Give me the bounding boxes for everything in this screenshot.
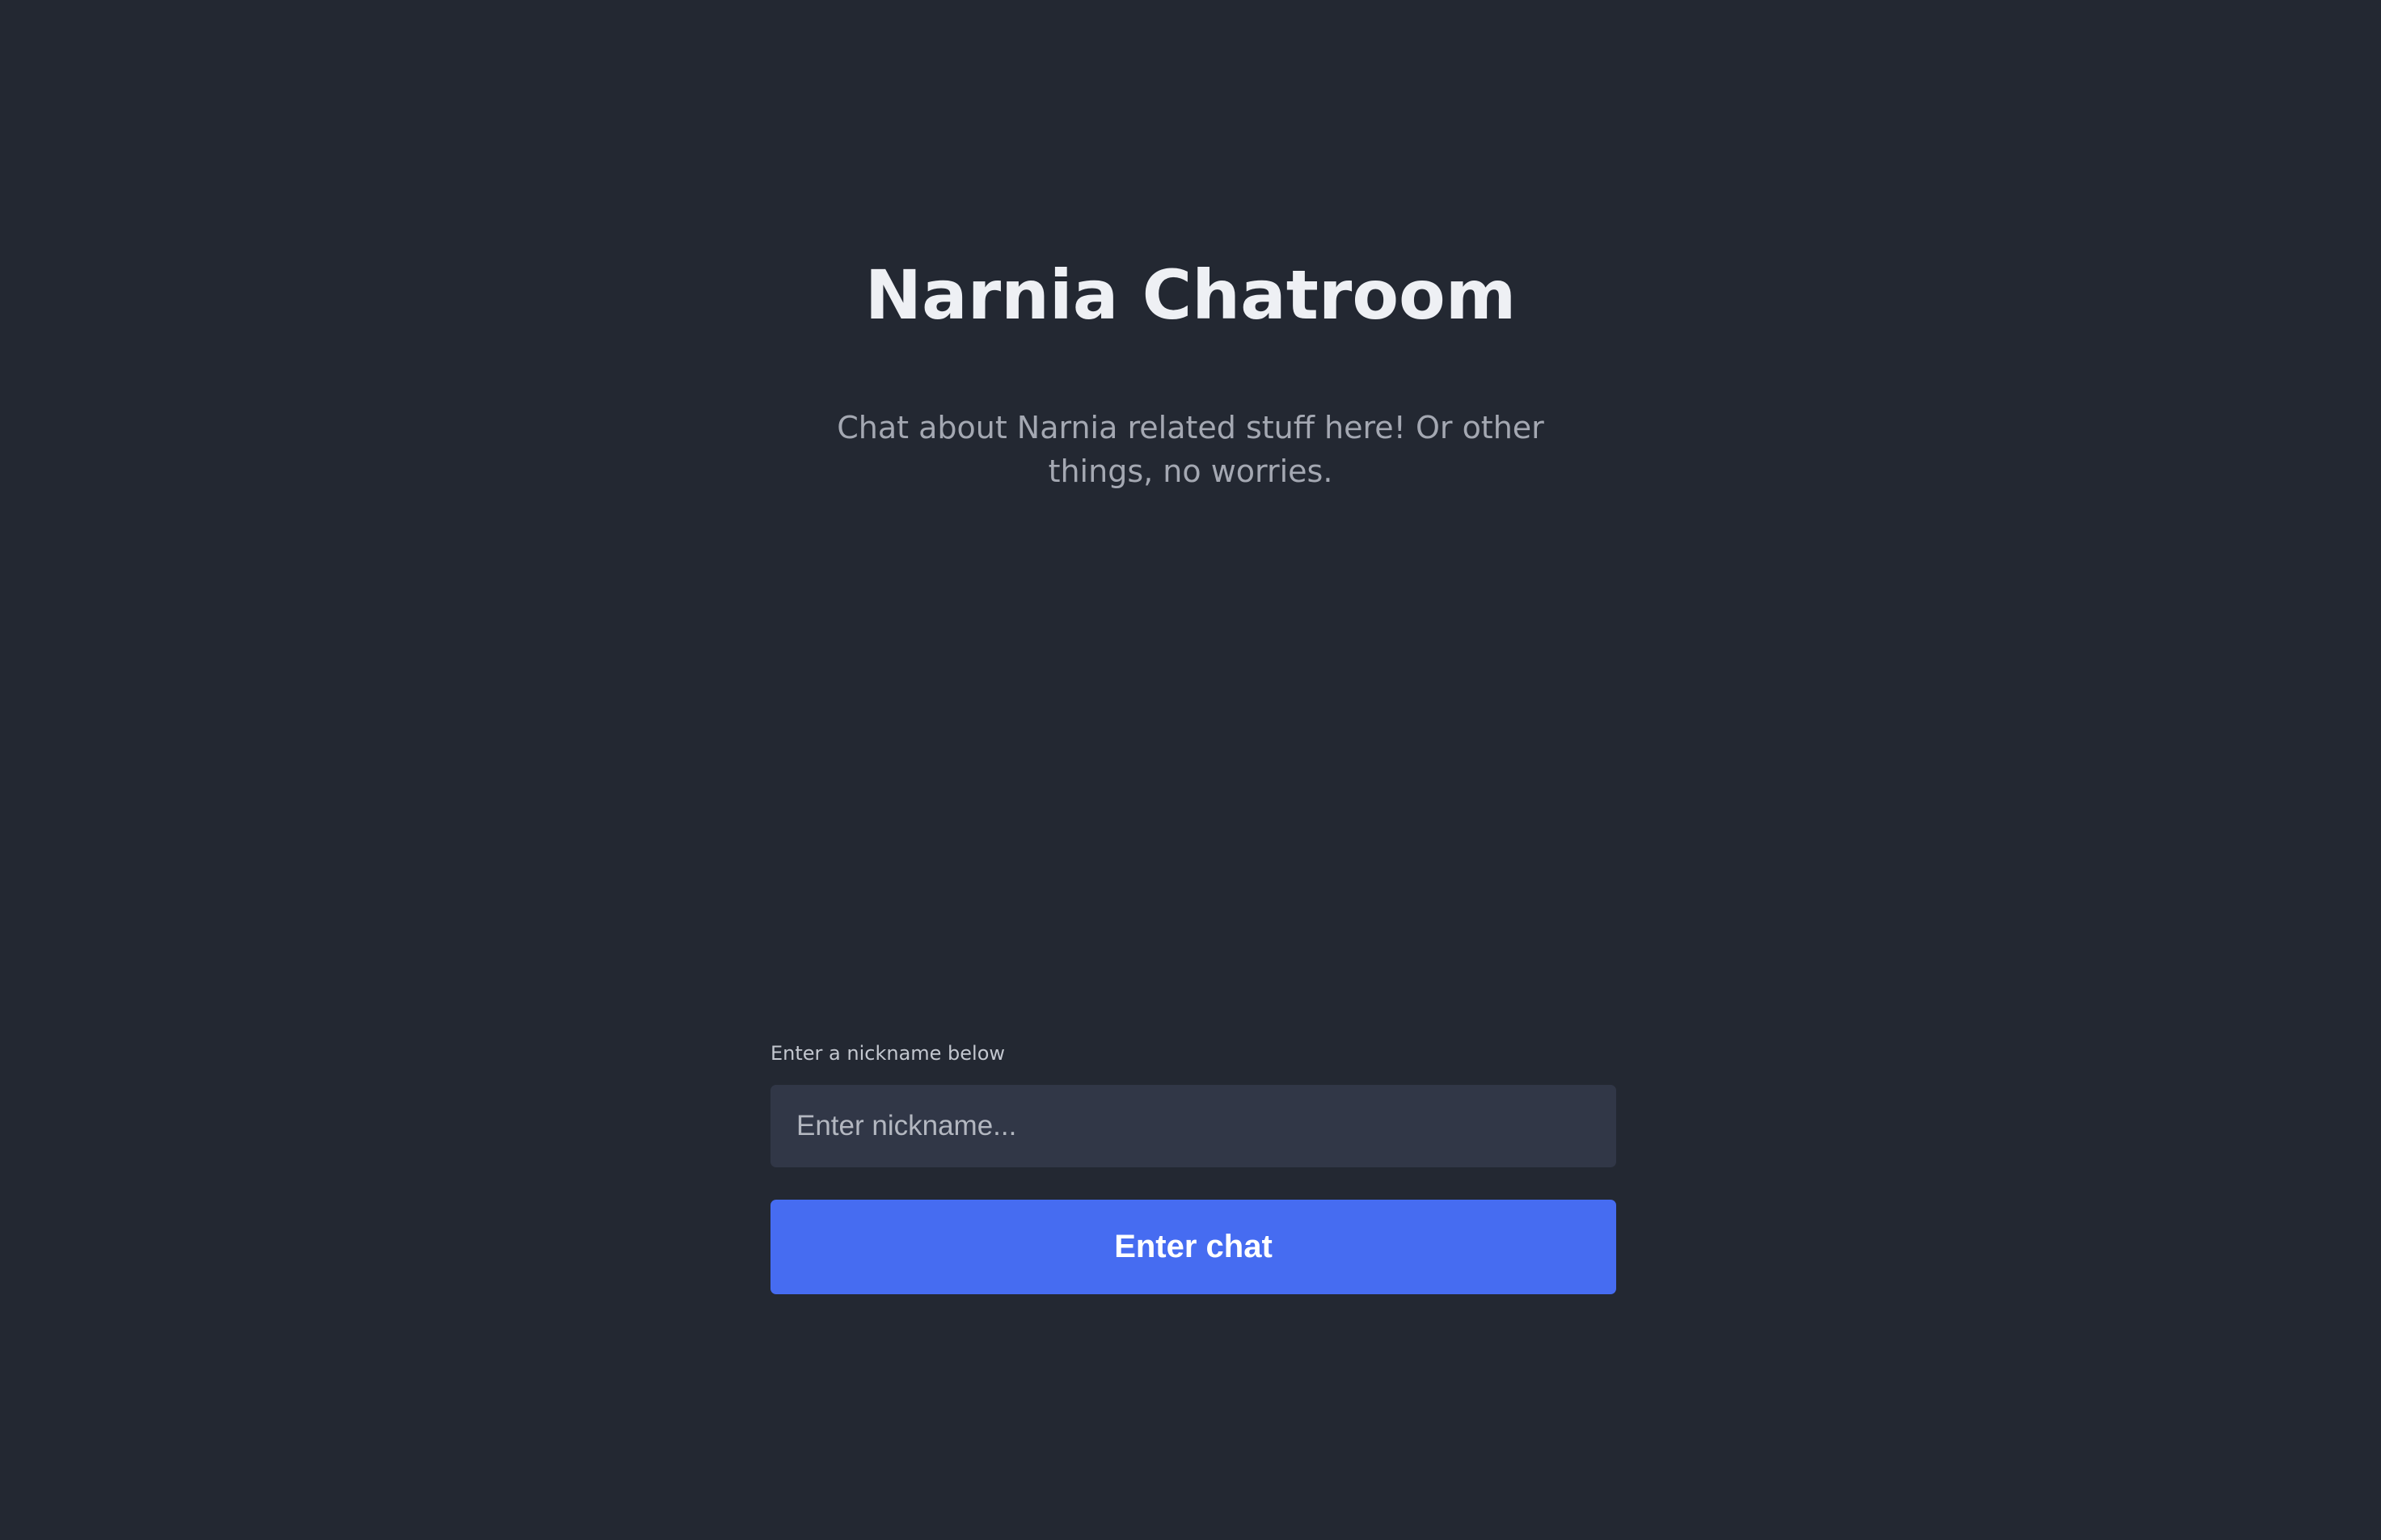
nickname-input[interactable]	[770, 1085, 1616, 1167]
enter-chat-button[interactable]: Enter chat	[770, 1200, 1616, 1294]
page-subtitle: Chat about Narnia related stuff here! Or…	[837, 410, 1544, 489]
nickname-form: Enter a nickname below Enter chat	[770, 1035, 1616, 1294]
page-title: Narnia Chatroom	[864, 255, 1517, 335]
nickname-label: Enter a nickname below	[770, 1042, 1006, 1065]
chatroom-landing-page: Narnia Chatroom Chat about Narnia relate…	[0, 0, 2381, 1540]
